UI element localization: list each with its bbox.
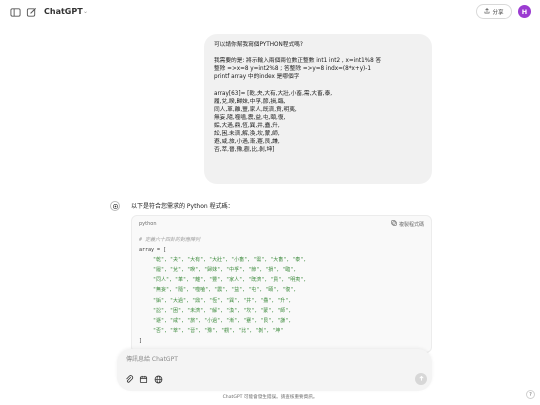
- user-message-line: 無妄,隨,噬嗑,震,益,屯,頤,復,: [214, 114, 286, 121]
- chatgpt-logo-icon: [110, 201, 120, 211]
- avatar[interactable]: H: [518, 5, 531, 18]
- top-bar: ChatGPT ⌄ 分享 H: [0, 0, 540, 26]
- attach-icon[interactable]: [124, 374, 135, 385]
- user-message-line: 可以請你幫我寫個PYTHON程式嗎?: [214, 42, 303, 48]
- share-button[interactable]: 分享: [476, 4, 512, 19]
- share-label: 分享: [492, 9, 504, 16]
- user-message-line: [214, 81, 422, 89]
- user-message-line: 否,萃,晉,豫,觀,比,剝,坤]: [214, 147, 275, 154]
- tools-icon[interactable]: [138, 374, 149, 385]
- code-body: # 定義六十四卦的對應陣列 array = [ "乾", "夬", "大有", …: [132, 232, 431, 349]
- message-input[interactable]: [126, 354, 366, 364]
- code-line: "遯", "咸", "旅", "小過", "漸", "蹇", "艮", "謙",: [153, 317, 292, 324]
- user-message-line: array[63]= [乾,夬,大有,大壯,小畜,需,大畜,泰,: [214, 90, 333, 97]
- code-line: "姤", "大過", "鼎", "恆", "巽", "井", "蠱", "升",: [153, 297, 292, 304]
- user-message-line: 訟,困,未濟,解,渙,坎,蒙,師,: [214, 131, 280, 138]
- copy-code-button[interactable]: 複製程式碼: [391, 220, 424, 228]
- user-message-line: 遯,咸,旅,小過,漸,蹇,艮,謙,: [214, 139, 280, 146]
- copy-icon: [391, 220, 397, 228]
- copy-code-label: 複製程式碼: [398, 221, 424, 228]
- code-block: python 複製程式碼 # 定義六十四卦的對應陣列 array = [ "乾"…: [131, 215, 432, 353]
- disclaimer-note: ChatGPT 可能會發生錯誤。請查核重要資訊。: [222, 395, 318, 400]
- model-selector[interactable]: ChatGPT: [44, 7, 83, 16]
- sidebar-toggle-icon[interactable]: [9, 6, 21, 18]
- user-message-line: 整除 =>x=8 y=int2%8 ; 答整除 =>y=8 indx=(8*x+…: [214, 66, 371, 73]
- user-message-line: printf array 中的index 是哪個字: [214, 74, 300, 81]
- globe-icon[interactable]: [153, 374, 164, 385]
- code-line: "乾", "夬", "大有", "大壯", "小畜", "需", "大畜", "…: [153, 257, 307, 264]
- code-language-label: python: [139, 221, 157, 227]
- new-chat-icon[interactable]: [25, 6, 37, 18]
- code-line: "無妄", "隨", "噬嗑", "震", "益", "屯", "頤", "復"…: [153, 287, 297, 294]
- code-line: "訟", "困", "未濟", "解", "渙", "坎", "蒙", "師",: [153, 307, 292, 314]
- user-message-line: 同人,革,離,豐,家人,既濟,賁,明夷,: [214, 106, 297, 113]
- send-arrow-icon: [418, 375, 425, 384]
- code-line: ]: [139, 337, 143, 344]
- user-message-line: 我需要的是: 將示輸入兩個兩位數正整數 int1 int2 , x=int1%8…: [214, 58, 382, 65]
- code-line: "履", "兌", "睽", "歸妹", "中孚", "節", "損", "臨"…: [153, 267, 297, 274]
- code-comment: # 定義六十四卦的對應陣列: [139, 237, 201, 243]
- message-composer: [117, 349, 432, 391]
- code-line: array = [: [139, 247, 167, 254]
- code-line: "否", "萃", "晉", "豫", "觀", "比", "剝", "坤": [153, 327, 284, 334]
- send-button[interactable]: [415, 373, 427, 385]
- user-message-line: [214, 49, 422, 57]
- user-message-line: 姤,大過,鼎,恆,巽,井,蠱,升,: [214, 122, 280, 129]
- help-button[interactable]: ?: [526, 390, 535, 399]
- code-line: "同人", "革", "離", "豐", "家人", "既濟", "賁", "明…: [153, 277, 307, 284]
- user-message-line: 履,兌,睽,歸妹,中孚,節,損,臨,: [214, 98, 286, 105]
- code-header: python 複製程式碼: [132, 216, 431, 232]
- chevron-down-icon[interactable]: ⌄: [83, 8, 88, 15]
- share-icon: [484, 7, 490, 16]
- assistant-intro-text: 以下是符合您需求的 Python 程式碼：: [131, 203, 234, 210]
- user-message-bubble: 可以請你幫我寫個PYTHON程式嗎? 我需要的是: 將示輸入兩個兩位數正整數 i…: [204, 34, 432, 184]
